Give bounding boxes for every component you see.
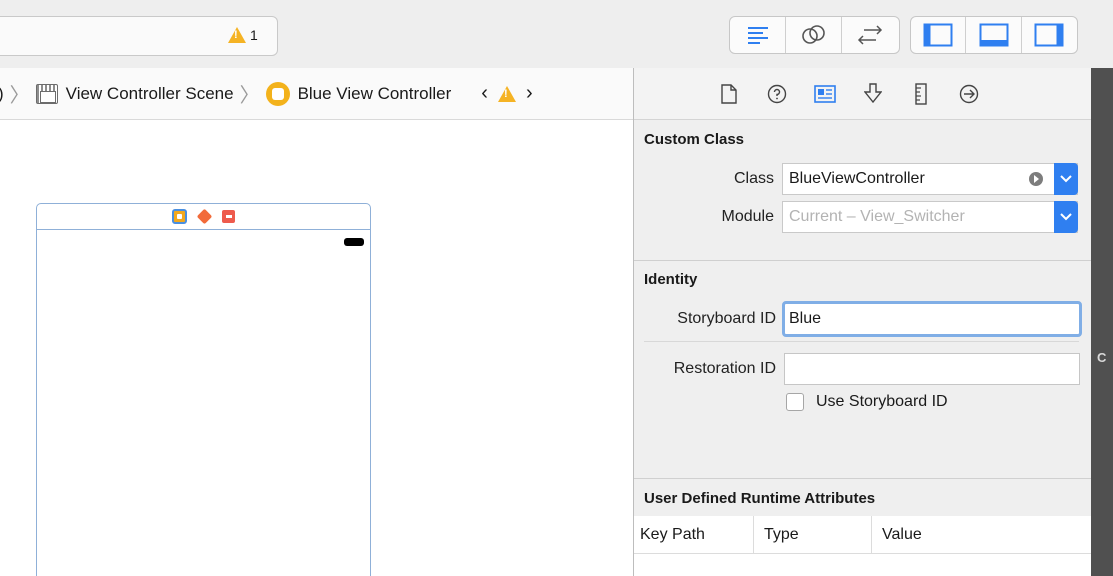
restoration-id-label: Restoration ID — [673, 360, 776, 377]
class-value: BlueViewController — [789, 170, 925, 187]
identity-section: Identity Storyboard ID Blue Restoration … — [634, 261, 1091, 477]
next-issue-chevron-icon[interactable]: › — [526, 82, 533, 105]
edge-text: C — [1097, 350, 1107, 365]
go-to-class-icon[interactable] — [1029, 172, 1043, 186]
venn-circles-icon — [801, 25, 825, 44]
warning-icon — [228, 27, 246, 43]
inspector-tab-bar — [634, 68, 1091, 120]
right-panel-icon — [1034, 23, 1064, 47]
breadcrumb-separator-icon: 〉 — [239, 85, 260, 107]
view-controller-icon[interactable] — [172, 209, 187, 224]
window-edge: C — [1091, 68, 1113, 576]
section-title: Custom Class — [644, 131, 745, 148]
module-dropdown-button[interactable] — [1054, 201, 1078, 233]
class-combobox[interactable]: BlueViewController — [782, 163, 1078, 195]
scene-dock — [37, 204, 370, 230]
breadcrumb-scene-label: View Controller Scene — [65, 83, 234, 103]
activity-warning[interactable]: 1 — [228, 27, 258, 43]
quick-help-tab[interactable] — [766, 83, 788, 105]
table-header: Key Path Type Value — [634, 516, 1091, 554]
module-combobox[interactable]: Current – View_Switcher — [782, 201, 1078, 233]
identity-inspector-tab[interactable] — [814, 83, 836, 105]
identity-card-icon — [814, 84, 836, 103]
window-toolbar: 1 — [0, 0, 1113, 68]
chevron-down-icon — [1060, 175, 1072, 183]
breadcrumb-separator-icon: 〉 — [9, 85, 30, 107]
use-storyboard-id-label: Use Storyboard ID — [816, 393, 948, 410]
section-title: User Defined Runtime Attributes — [644, 490, 876, 507]
issue-navigator: ‹ › — [481, 82, 532, 105]
module-label: Module — [721, 208, 774, 225]
column-header-value[interactable]: Value — [872, 516, 1091, 553]
use-storyboard-id-checkbox[interactable] — [786, 393, 804, 411]
column-header-type[interactable]: Type — [754, 516, 872, 553]
chevron-down-icon — [1060, 213, 1072, 221]
connections-inspector-tab[interactable] — [958, 83, 980, 105]
arrows-left-right-icon — [857, 25, 883, 45]
attributes-arrow-icon — [864, 82, 882, 103]
class-label: Class — [733, 170, 774, 187]
breadcrumb-controller[interactable]: Blue View Controller — [265, 81, 452, 106]
battery-icon — [344, 238, 364, 246]
size-inspector-tab[interactable] — [910, 82, 932, 105]
editor-mode-control — [729, 16, 900, 54]
assistant-editor-button[interactable] — [786, 17, 842, 53]
custom-class-section: Custom Class Class BlueViewController Mo… — [634, 121, 1091, 261]
breadcrumb-controller-label: Blue View Controller — [297, 83, 452, 103]
panel-visibility-control — [910, 16, 1078, 54]
column-header-key-path[interactable]: Key Path — [634, 516, 754, 553]
exit-icon[interactable] — [222, 210, 235, 223]
jump-bar: ) 〉 View Controller Scene 〉 Blue View Co… — [0, 68, 633, 120]
warning-icon[interactable] — [497, 85, 516, 102]
identity-inspector: Custom Class Class BlueViewController Mo… — [634, 68, 1091, 576]
debug-panel-button[interactable] — [966, 17, 1022, 53]
arrow-circle-icon — [959, 84, 979, 103]
field-divider — [644, 341, 1079, 342]
ruler-icon — [915, 82, 927, 105]
attributes-inspector-tab[interactable] — [862, 82, 884, 105]
file-inspector-tab[interactable] — [718, 83, 740, 105]
question-icon — [767, 84, 787, 103]
class-dropdown-button[interactable] — [1054, 163, 1078, 195]
activity-viewer[interactable]: 1 — [0, 16, 278, 56]
utilities-panel-button[interactable] — [1022, 17, 1077, 53]
align-lines-icon — [747, 27, 768, 44]
storyboard-id-value: Blue — [789, 310, 822, 327]
scene-icon — [35, 83, 58, 104]
breadcrumb-fragment[interactable]: ) — [0, 84, 4, 104]
first-responder-icon[interactable] — [196, 208, 213, 225]
version-editor-button[interactable] — [842, 17, 898, 53]
runtime-attributes-section: User Defined Runtime Attributes — [634, 478, 1091, 518]
module-placeholder: Current – View_Switcher — [789, 208, 965, 225]
breadcrumb-scene[interactable]: View Controller Scene — [35, 83, 234, 104]
runtime-attributes-table[interactable]: Key Path Type Value — [634, 516, 1091, 576]
section-title: Identity — [644, 271, 698, 288]
storyboard-id-label: Storyboard ID — [677, 310, 776, 327]
storyboard-canvas[interactable] — [0, 120, 633, 576]
warning-count: 1 — [250, 27, 258, 43]
left-panel-icon — [923, 23, 953, 47]
view-controller-icon — [265, 81, 290, 106]
restoration-id-field[interactable] — [784, 353, 1080, 385]
navigator-panel-button[interactable] — [911, 17, 967, 53]
storyboard-id-field[interactable]: Blue — [782, 301, 1082, 337]
previous-issue-chevron-icon[interactable]: ‹ — [481, 82, 488, 105]
bottom-panel-icon — [979, 23, 1009, 47]
view-controller-scene[interactable] — [36, 203, 371, 576]
file-icon — [721, 83, 737, 104]
standard-editor-button[interactable] — [730, 17, 786, 53]
